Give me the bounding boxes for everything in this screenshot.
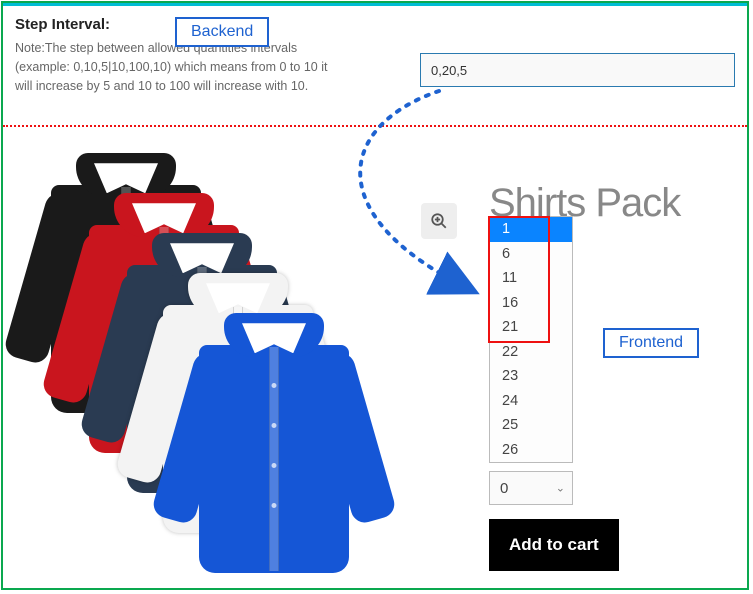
add-to-cart-button[interactable]: Add to cart: [489, 519, 619, 571]
dropdown-option[interactable]: 6: [490, 242, 572, 267]
dropdown-option[interactable]: 22: [490, 340, 572, 365]
dropdown-option[interactable]: 1: [490, 217, 572, 242]
dropdown-option[interactable]: 24: [490, 389, 572, 414]
quantity-select[interactable]: [489, 471, 573, 505]
dropdown-option[interactable]: 26: [490, 438, 572, 463]
dropdown-option[interactable]: 11: [490, 266, 572, 291]
step-interval-note: Note:The step between allowed quantities…: [15, 39, 335, 95]
quantity-dropdown-list[interactable]: 1 6 11 16 21 22 23 24 25 26: [489, 216, 573, 463]
step-interval-label: Step Interval:: [15, 16, 110, 33]
zoom-in-icon[interactable]: [421, 203, 457, 239]
dropdown-option[interactable]: 16: [490, 291, 572, 316]
product-image: [15, 153, 385, 523]
frontend-badge: Frontend: [603, 328, 699, 358]
dropdown-option[interactable]: 25: [490, 413, 572, 438]
step-interval-input[interactable]: [420, 53, 735, 87]
dropdown-option[interactable]: 23: [490, 364, 572, 389]
dropdown-option[interactable]: 21: [490, 315, 572, 340]
backend-badge: Backend: [175, 17, 269, 47]
